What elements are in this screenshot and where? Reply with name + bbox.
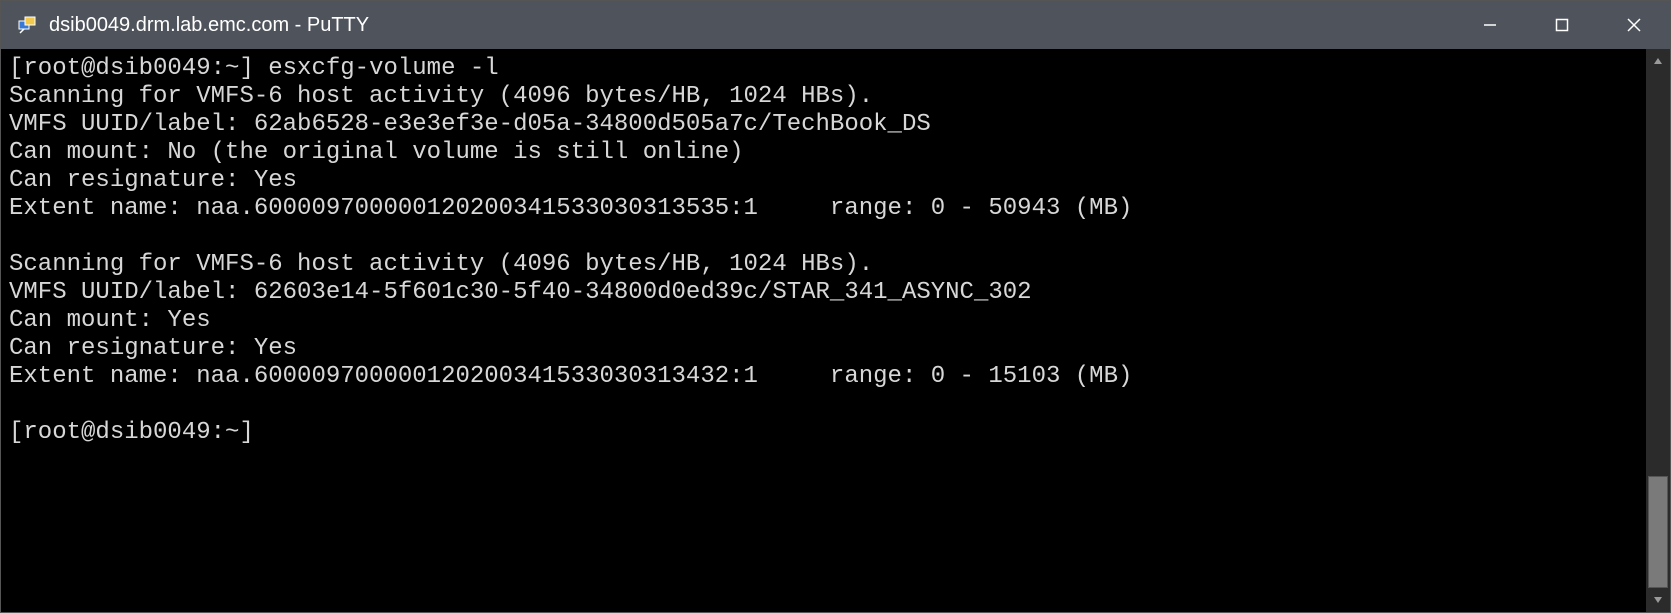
prompt: [root@dsib0049:~] (9, 419, 268, 446)
cursor (268, 422, 281, 446)
putty-window: dsib0049.drm.lab.emc.com - PuTTY [root@d… (0, 0, 1671, 613)
client-area: [root@dsib0049:~] esxcfg-volume -l Scann… (1, 49, 1670, 612)
terminal[interactable]: [root@dsib0049:~] esxcfg-volume -l Scann… (1, 49, 1646, 612)
output-line: VMFS UUID/label: 62ab6528-e3e3ef3e-d05a-… (9, 111, 931, 138)
output-line: Can resignature: Yes (9, 335, 297, 362)
prompt: [root@dsib0049:~] (9, 55, 268, 82)
output-line: Scanning for VMFS-6 host activity (4096 … (9, 83, 873, 110)
minimize-button[interactable] (1454, 1, 1526, 49)
output-line: Can mount: No (the original volume is st… (9, 139, 744, 166)
window-title: dsib0049.drm.lab.emc.com - PuTTY (49, 14, 369, 37)
close-button[interactable] (1598, 1, 1670, 49)
maximize-button[interactable] (1526, 1, 1598, 49)
scroll-up-button[interactable] (1646, 49, 1670, 73)
output-line: Can mount: Yes (9, 307, 211, 334)
vertical-scrollbar[interactable] (1646, 49, 1670, 612)
command: esxcfg-volume -l (268, 55, 498, 82)
output-line: Can resignature: Yes (9, 167, 297, 194)
scroll-thumb[interactable] (1648, 476, 1668, 588)
output-line: Extent name: naa.60000970000012020034153… (9, 363, 1132, 390)
output-line: Scanning for VMFS-6 host activity (4096 … (9, 251, 873, 278)
output-line: Extent name: naa.60000970000012020034153… (9, 195, 1132, 222)
putty-icon (15, 13, 39, 37)
scroll-track[interactable] (1646, 73, 1670, 588)
output-line: VMFS UUID/label: 62603e14-5f601c30-5f40-… (9, 279, 1032, 306)
titlebar[interactable]: dsib0049.drm.lab.emc.com - PuTTY (1, 1, 1670, 49)
scroll-down-button[interactable] (1646, 588, 1670, 612)
